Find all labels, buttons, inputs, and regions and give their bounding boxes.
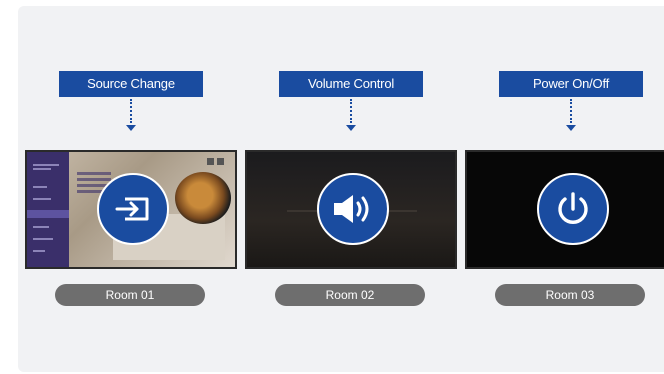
room-03-label: Room 03: [495, 284, 645, 306]
connector-line: [350, 99, 352, 123]
arrow-down-icon: [126, 125, 136, 131]
power-icon: [558, 192, 588, 224]
power-on-off-label: Power On/Off: [499, 71, 643, 97]
volume-control-badge[interactable]: [317, 173, 389, 245]
volume-control-label: Volume Control: [279, 71, 423, 97]
arrow-down-icon: [566, 125, 576, 131]
room-03-display: [465, 150, 664, 269]
hotel-sidebar: [27, 152, 69, 267]
source-change-badge[interactable]: [97, 173, 169, 245]
connector-line: [570, 99, 572, 123]
power-badge[interactable]: [537, 173, 609, 245]
room-02-display: [245, 150, 457, 269]
room-02-label: Room 02: [275, 284, 425, 306]
source-change-icon: [115, 197, 149, 221]
volume-icon: [334, 195, 369, 223]
room-03-column: Power On/Off Room 03: [465, 0, 664, 374]
room-02-column: Volume Control Room 02: [245, 0, 457, 374]
arrow-down-icon: [346, 125, 356, 131]
room-01-label: Room 01: [55, 284, 205, 306]
food-photo: [175, 172, 231, 224]
room-01-display: [25, 150, 237, 269]
connector-line: [130, 99, 132, 123]
room-01-column: Source Change Room 01: [25, 0, 237, 374]
source-change-label: Source Change: [59, 71, 203, 97]
